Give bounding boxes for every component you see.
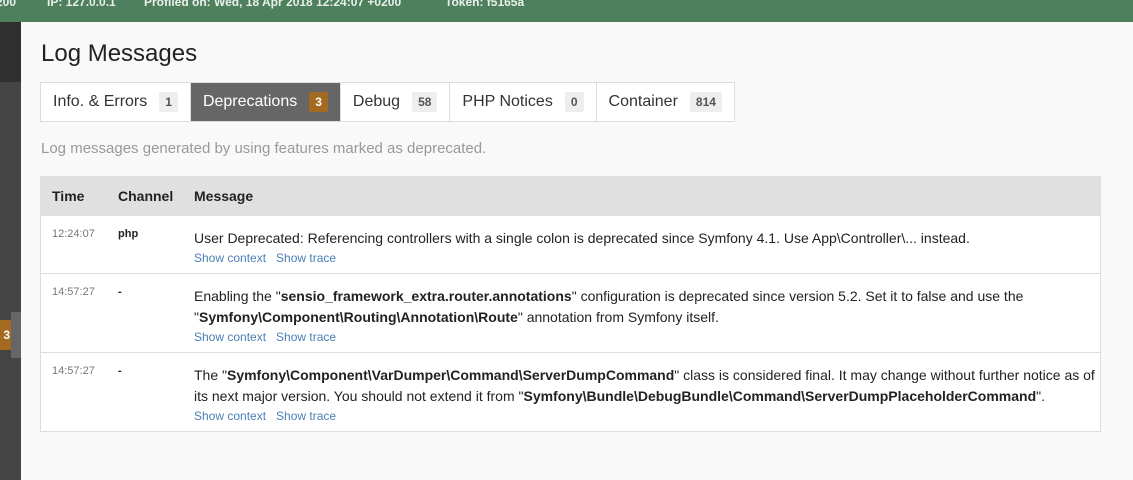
tab-label: Debug [352,93,401,110]
table-row: 12:24:07 php User Deprecated: Referencing … [40,215,1101,274]
table-body: 12:24:07 php User Deprecated: Referencing … [40,215,1101,432]
log-message-highlight: Symfony\Component\VarDumper\Command\Serv… [226,367,675,383]
token[interactable]: Token: f5165a [445,0,524,9]
tab-count: 3 [309,92,328,112]
tab-label: Info. & Errors [53,93,148,110]
sidebar-top-block [0,22,21,82]
log-message-fragment: " annotation from Symfony itself. [517,309,719,325]
log-message-actions: Show context Show trace [194,251,1100,265]
tab-debug[interactable]: Debug 58 [341,83,451,121]
log-messages-table: Time Channel Message 12:24:07 php User Dep… [40,176,1101,432]
tab-info-errors[interactable]: Info. & Errors 1 [41,83,191,121]
log-message: Enabling the "sensio_framework_extra.rou… [183,273,1101,353]
table-row: 14:57:27- Enabling the "sensio_framework_… [40,273,1101,353]
tab-count: 0 [564,92,584,112]
log-channel: - [107,352,183,432]
log-message-fragment: The " [194,367,227,383]
log-message-actions: Show context Show trace [194,409,1100,423]
tab-label: Deprecations [202,93,298,110]
show-context-link[interactable]: Show context [194,251,266,265]
log-message-text: Enabling the "sensio_framework_extra.rou… [194,286,1100,328]
log-message-highlight: Symfony\Component\Routing\Annotation\Rou… [198,309,518,325]
sidebar: 3 [0,22,21,480]
tab-count: 1 [159,92,178,112]
page-title: Log Messages [41,40,198,67]
log-message-text: User Deprecated: Referencing controllers… [194,228,1100,249]
tab-description: Log messages generated by using features… [41,140,487,157]
column-header-message: Message [183,176,1101,216]
log-channel: php [107,215,183,274]
table-header-row: Time Channel Message [40,176,1101,216]
column-header-channel: Channel [107,176,183,216]
profiler-topbar: 200 IP: 127.0.0.1 Profiled on: Wed, 18 A… [0,0,1133,22]
show-context-link[interactable]: Show context [194,409,266,423]
tab-container[interactable]: Container 814 [597,83,734,121]
log-time: 12:24:07 [40,215,107,274]
tab-php-notices[interactable]: PHP Notices 0 [450,83,597,121]
log-channel: - [107,273,183,353]
tab-label: Container [608,93,678,110]
tab-count: 58 [412,92,438,112]
log-time: 14:57:27 [40,273,107,353]
ip-address: IP: 127.0.0.1 [47,0,116,9]
main-content: Log Messages Info. & Errors 1 Deprecatio… [21,22,1133,480]
log-tabs: Info. & Errors 1 Deprecations 3 Debug 58… [40,82,735,122]
sidebar-deprecations-badge: 3 [0,320,11,350]
column-header-time: Time [40,176,107,216]
log-time: 14:57:27 [40,352,107,432]
status-code: 200 [0,0,17,9]
sidebar-active-item[interactable] [11,312,21,358]
tab-deprecations[interactable]: Deprecations 3 [190,83,341,121]
log-message-highlight: sensio_framework_extra.router.annotation… [280,288,572,304]
profiled-on: Profiled on: Wed, 18 Apr 2018 12:24:07 +… [144,0,402,9]
log-message-text: The "Symfony\Component\VarDumper\Command… [194,365,1100,407]
show-trace-link[interactable]: Show trace [276,330,336,344]
show-trace-link[interactable]: Show trace [276,409,336,423]
tab-label: PHP Notices [462,93,553,110]
show-context-link[interactable]: Show context [194,330,266,344]
log-message-highlight: Symfony\Bundle\DebugBundle\Command\Serve… [523,388,1037,404]
log-message-fragment: ". [1036,388,1045,404]
table-row: 14:57:27- The "Symfony\Component\VarDumpe… [40,352,1101,432]
log-message-fragment: User Deprecated: Referencing controllers… [194,230,970,246]
show-trace-link[interactable]: Show trace [276,251,336,265]
log-message-actions: Show context Show trace [194,330,1100,344]
log-message: User Deprecated: Referencing controllers… [183,215,1101,274]
log-message-fragment: Enabling the " [194,288,281,304]
log-message: The "Symfony\Component\VarDumper\Command… [183,352,1101,432]
tab-count: 814 [689,92,722,112]
